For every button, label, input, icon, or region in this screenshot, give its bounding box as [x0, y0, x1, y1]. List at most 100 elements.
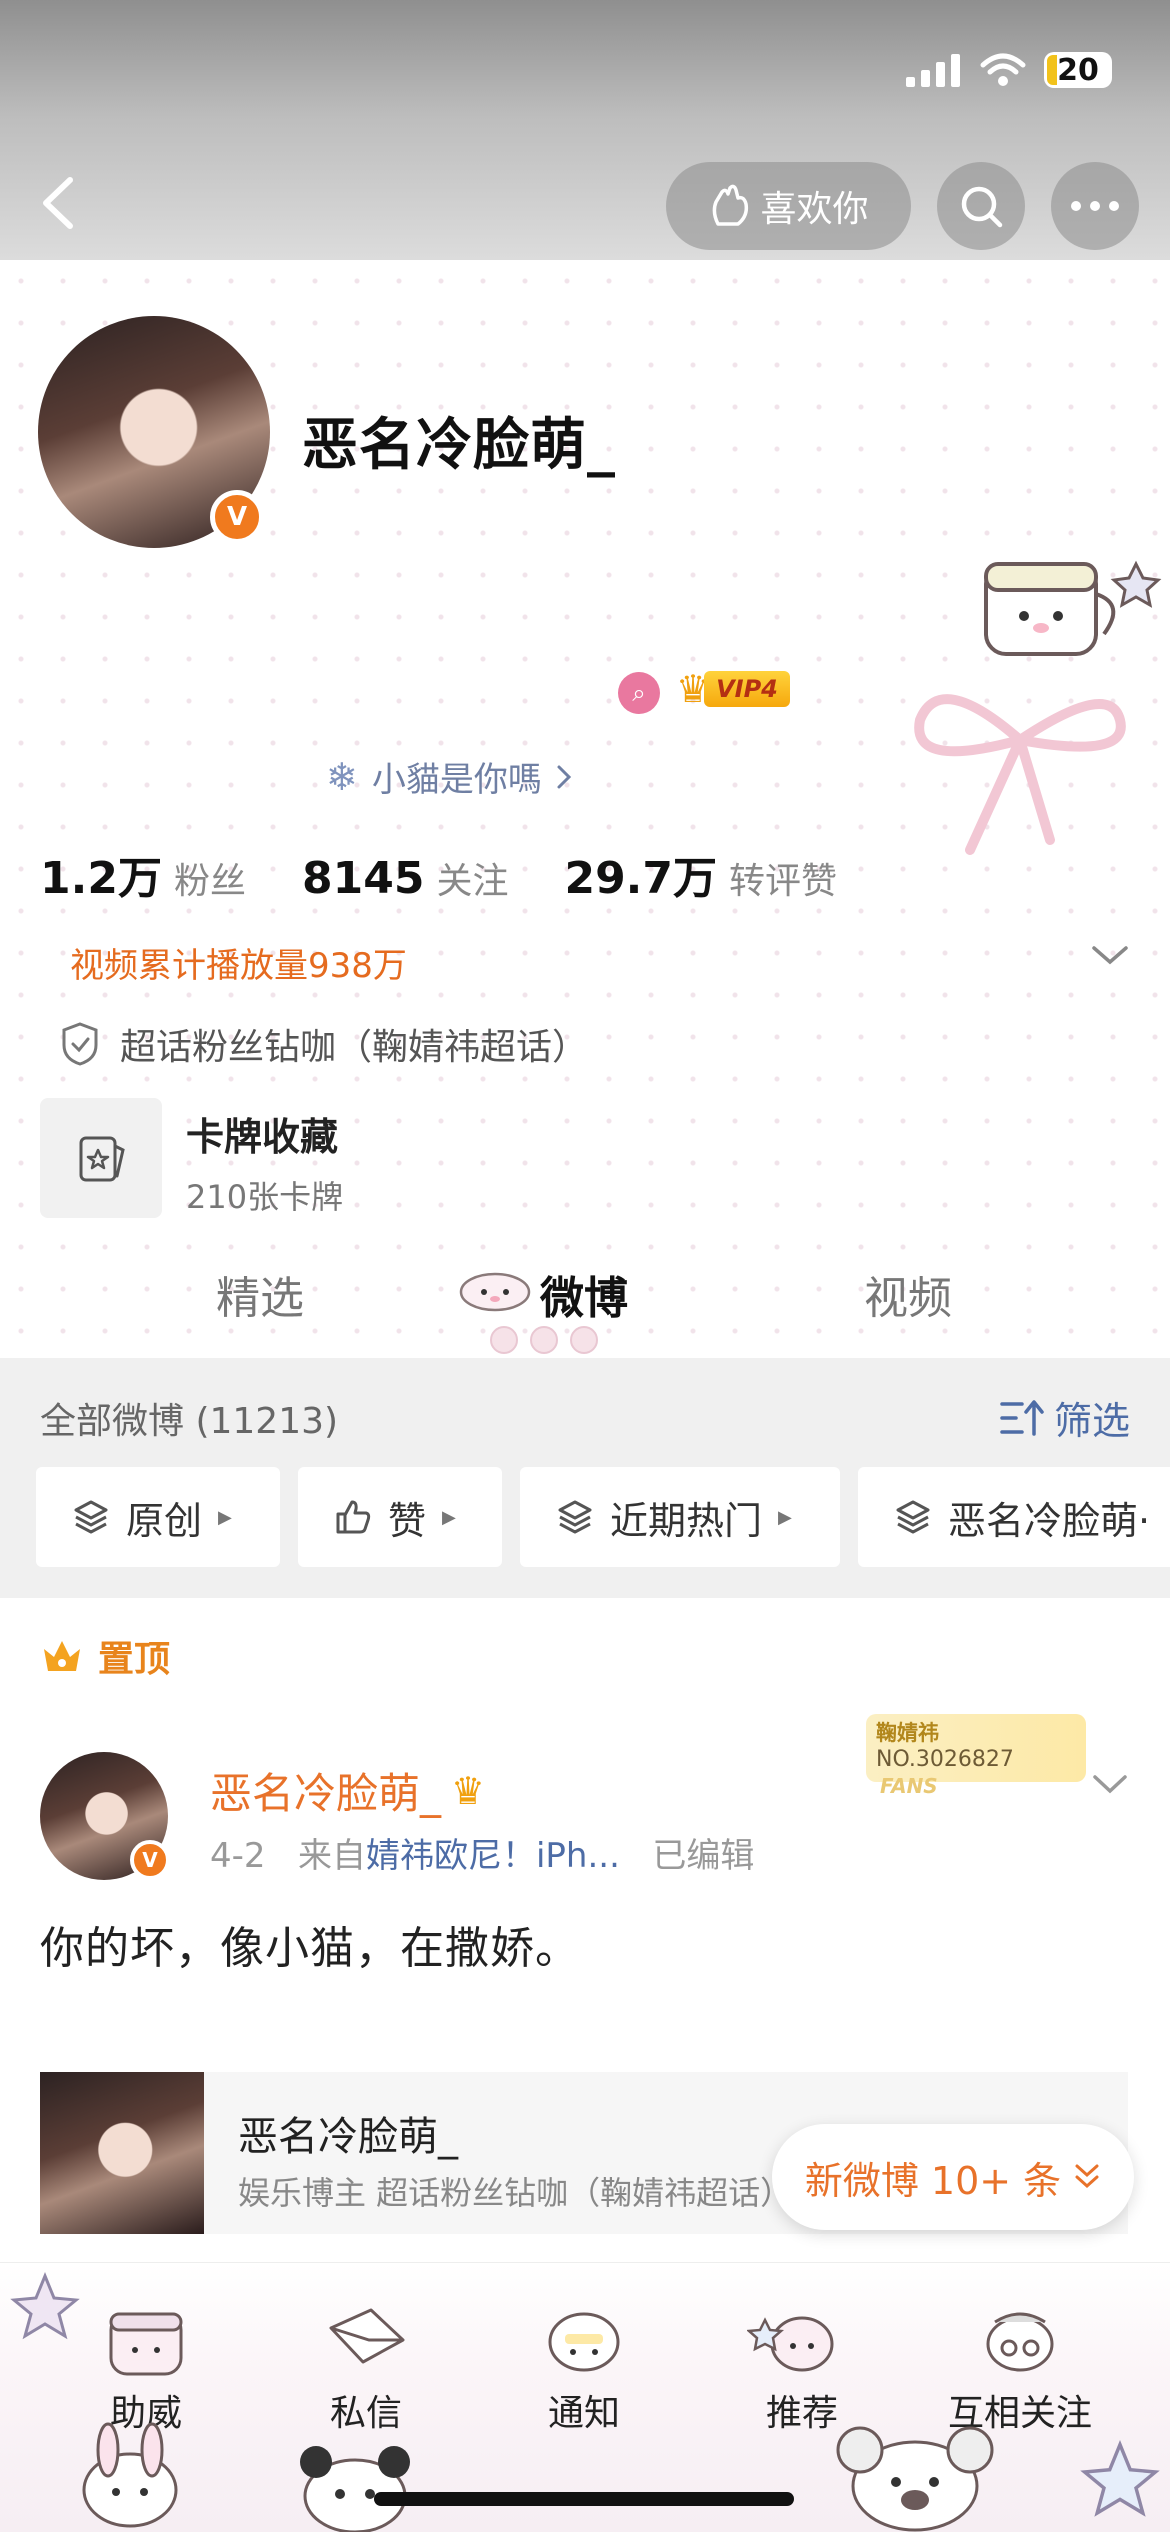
- profile-avatar[interactable]: V: [38, 316, 270, 548]
- koala-sticker-icon: [836, 2426, 994, 2532]
- thumbs-up-icon: [336, 1500, 371, 1534]
- post-text: 你的坏，像小猫，在撒娇。: [40, 1923, 580, 1974]
- stat-interactions[interactable]: 29.7万 转评赞: [564, 842, 837, 906]
- video-views-text: 视频累计播放量938万: [70, 946, 407, 986]
- more-dots-icon: [1071, 201, 1119, 211]
- post-source-prefix: 来自: [297, 1836, 366, 1876]
- cat-mug-sticker-icon: [984, 560, 1162, 656]
- like-you-button[interactable]: 喜欢你: [666, 162, 911, 250]
- more-button[interactable]: [1051, 162, 1139, 250]
- pinned-text: 置顶: [98, 1639, 171, 1680]
- stat-label: 关注: [436, 861, 509, 902]
- repost-name: 恶名冷脸萌_: [238, 2114, 458, 2160]
- caret-right-icon: ▶: [778, 1506, 792, 1528]
- fans-badge-name: 鞠婧祎: [876, 1721, 939, 1745]
- stat-followers[interactable]: 1.2万 粉丝: [40, 842, 246, 906]
- nav-label: 推荐: [765, 2393, 838, 2434]
- search-badge-icon[interactable]: ⌕: [618, 672, 660, 714]
- vip-level: VIP4: [704, 671, 790, 707]
- panda-sticker-icon: [300, 2446, 410, 2532]
- bear-face-icon: [459, 1272, 531, 1312]
- tab-video[interactable]: 视频: [864, 1262, 952, 1326]
- card-collection-count: 210张卡牌: [186, 1178, 344, 1216]
- vip-badge[interactable]: ♛ VIP4: [676, 666, 790, 712]
- new-weibo-button[interactable]: 新微博 10+ 条: [772, 2124, 1134, 2230]
- stat-label: 粉丝: [173, 861, 246, 902]
- verified-badge-icon: V: [130, 1840, 170, 1880]
- new-weibo-label: 新微博 10+ 条: [804, 2158, 1062, 2203]
- active-tab-indicator: [490, 1326, 598, 1354]
- nav-notifications[interactable]: 通知: [504, 2300, 664, 2450]
- card-collection-icon-box[interactable]: [40, 1098, 162, 1218]
- verified-badge-icon: V: [210, 490, 264, 544]
- supertopic-row[interactable]: 超话粉丝钻咖（鞠婧祎超话）: [60, 1018, 588, 1070]
- layers-icon: [558, 1500, 592, 1534]
- pinned-label: 置顶: [40, 1630, 170, 1682]
- snowflake-icon: ❄: [326, 754, 358, 799]
- chevron-right-icon: [557, 765, 571, 788]
- fans-badge-number: NO.3026827: [876, 1747, 1014, 1772]
- fans-badge[interactable]: 鞠婧祎 NO.3026827 FANS: [866, 1714, 1086, 1798]
- profile-stats: 1.2万 粉丝 8145 关注 29.7万 转评赞: [40, 842, 893, 906]
- search-button[interactable]: [937, 162, 1025, 250]
- status-bar: 20: [906, 52, 1112, 88]
- chevron-down-icon: [1093, 1775, 1127, 1794]
- bell-cat-icon: [548, 2312, 620, 2372]
- bunny-sticker-icon: [82, 2422, 178, 2528]
- tab-weibo[interactable]: 微博: [540, 1262, 628, 1326]
- cat-glasses-icon: [986, 2312, 1054, 2372]
- star-decoration-icon: [1080, 2440, 1160, 2517]
- post-author[interactable]: 恶名冷脸萌_ ♛: [210, 1760, 485, 1821]
- status-time: [60, 48, 210, 88]
- chip-user-collection[interactable]: 恶名冷脸萌·: [858, 1467, 1170, 1567]
- chevron-down-icon: [1092, 946, 1128, 965]
- hand-wave-icon: [713, 184, 749, 226]
- post-meta: 4-2 来自婧祎欧尼！iPh... 已编辑: [210, 1828, 754, 1877]
- wifi-icon: [980, 53, 1026, 86]
- chip-label: 赞: [388, 1498, 427, 1543]
- card-icon: [79, 1136, 125, 1182]
- expand-profile-button[interactable]: [1088, 940, 1132, 970]
- stat-label: 转评赞: [729, 861, 838, 902]
- post-author-name: 恶名冷脸萌_: [210, 1769, 442, 1818]
- stat-value: 1.2万: [40, 853, 162, 904]
- caret-right-icon: ▶: [218, 1506, 232, 1528]
- filter-label: 筛选: [1054, 1399, 1131, 1443]
- back-button[interactable]: [26, 168, 96, 238]
- cheer-jar-icon: [109, 2312, 183, 2376]
- double-chevron-down-icon: [1075, 2164, 1099, 2189]
- caret-right-icon: ▶: [442, 1506, 456, 1528]
- crown-icon: [44, 1641, 80, 1671]
- chip-liked[interactable]: 赞 ▶: [298, 1467, 502, 1567]
- post-edited: 已编辑: [652, 1836, 755, 1876]
- envelope-icon: [329, 2308, 405, 2364]
- layers-icon: [896, 1500, 930, 1534]
- chip-label: 恶名冷脸萌·: [948, 1498, 1151, 1543]
- fans-badge-word: FANS: [880, 1774, 938, 1798]
- search-icon: [961, 186, 1003, 228]
- stat-value: 29.7万: [564, 853, 718, 904]
- ribbon-bow-icon: [914, 694, 1126, 855]
- layers-icon: [74, 1500, 108, 1534]
- crown-icon: ♛: [451, 1768, 486, 1813]
- profile-name: 恶名冷脸萌_: [302, 413, 616, 478]
- post-avatar[interactable]: V: [40, 1752, 170, 1880]
- card-collection-title[interactable]: 卡牌收藏: [186, 1106, 338, 1161]
- battery-indicator: 20: [1044, 52, 1112, 88]
- signal-icon: [906, 54, 960, 87]
- like-you-label: 喜欢你: [760, 189, 869, 230]
- repost-desc: 娱乐博主 超话粉丝钻咖（鞠婧祎超话）: [238, 2174, 793, 2212]
- tab-featured[interactable]: 精选: [216, 1262, 304, 1326]
- stat-following[interactable]: 8145 关注: [302, 852, 508, 904]
- profile-subtitle[interactable]: ❄ 小貓是你嗎: [326, 752, 572, 801]
- shield-icon: [62, 1022, 98, 1066]
- chip-label: 近期热门: [610, 1498, 763, 1543]
- chip-trending[interactable]: 近期热门 ▶: [520, 1467, 840, 1567]
- chip-label: 原创: [126, 1498, 203, 1543]
- cat-star-icon: [747, 2316, 834, 2372]
- post-source[interactable]: 婧祎欧尼！iPh...: [366, 1836, 620, 1876]
- chip-original[interactable]: 原创 ▶: [36, 1467, 280, 1567]
- filter-sort-icon: [1000, 1399, 1044, 1436]
- filter-button[interactable]: 筛选: [1000, 1390, 1130, 1445]
- post-options-button[interactable]: [1090, 1770, 1130, 1798]
